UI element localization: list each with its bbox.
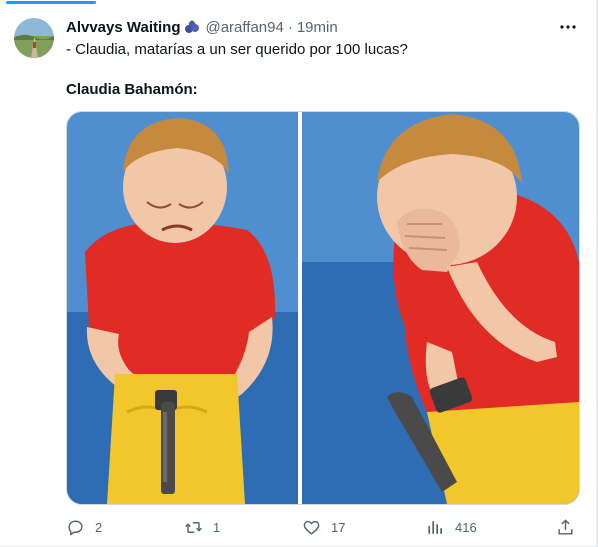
top-bar bbox=[0, 0, 598, 6]
active-tab-indicator bbox=[6, 1, 96, 4]
reply-icon bbox=[68, 519, 83, 535]
separator: · bbox=[287, 18, 293, 36]
views-button[interactable]: 416 bbox=[426, 516, 477, 538]
retweet-icon bbox=[185, 521, 202, 533]
reply-button[interactable]: 2 bbox=[66, 516, 102, 538]
avatar[interactable] bbox=[14, 18, 54, 58]
more-icon[interactable] bbox=[558, 17, 578, 37]
retweet-count: 1 bbox=[213, 519, 221, 535]
timestamp[interactable]: 19min bbox=[297, 19, 338, 36]
left-panel-image bbox=[67, 112, 298, 504]
action-bar: 2 1 17 416 bbox=[66, 516, 580, 538]
views-icon bbox=[428, 520, 442, 534]
reply-count: 2 bbox=[95, 519, 103, 535]
blueberry-icon bbox=[184, 19, 200, 35]
heart-icon bbox=[303, 520, 320, 535]
share-icon bbox=[558, 518, 573, 535]
views-count: 416 bbox=[455, 519, 477, 535]
retweet-button[interactable]: 1 bbox=[184, 516, 220, 538]
avatar-image bbox=[14, 18, 54, 58]
meme-image bbox=[67, 112, 579, 504]
share-button[interactable] bbox=[556, 516, 575, 538]
right-panel-image bbox=[302, 112, 579, 504]
like-button[interactable]: 17 bbox=[302, 516, 345, 538]
tweet-header: Alvvays Waiting @araffan94 · 19min bbox=[66, 16, 578, 38]
tweet-media[interactable] bbox=[66, 111, 580, 505]
tweet-text-line-2: Claudia Bahamón: bbox=[66, 81, 198, 98]
tweet-text-line-1: - Claudia, matarías a un ser querido por… bbox=[66, 41, 408, 58]
author-name[interactable]: Alvvays Waiting bbox=[66, 19, 180, 36]
like-count: 17 bbox=[331, 519, 346, 535]
author-handle[interactable]: @araffan94 bbox=[205, 19, 283, 36]
